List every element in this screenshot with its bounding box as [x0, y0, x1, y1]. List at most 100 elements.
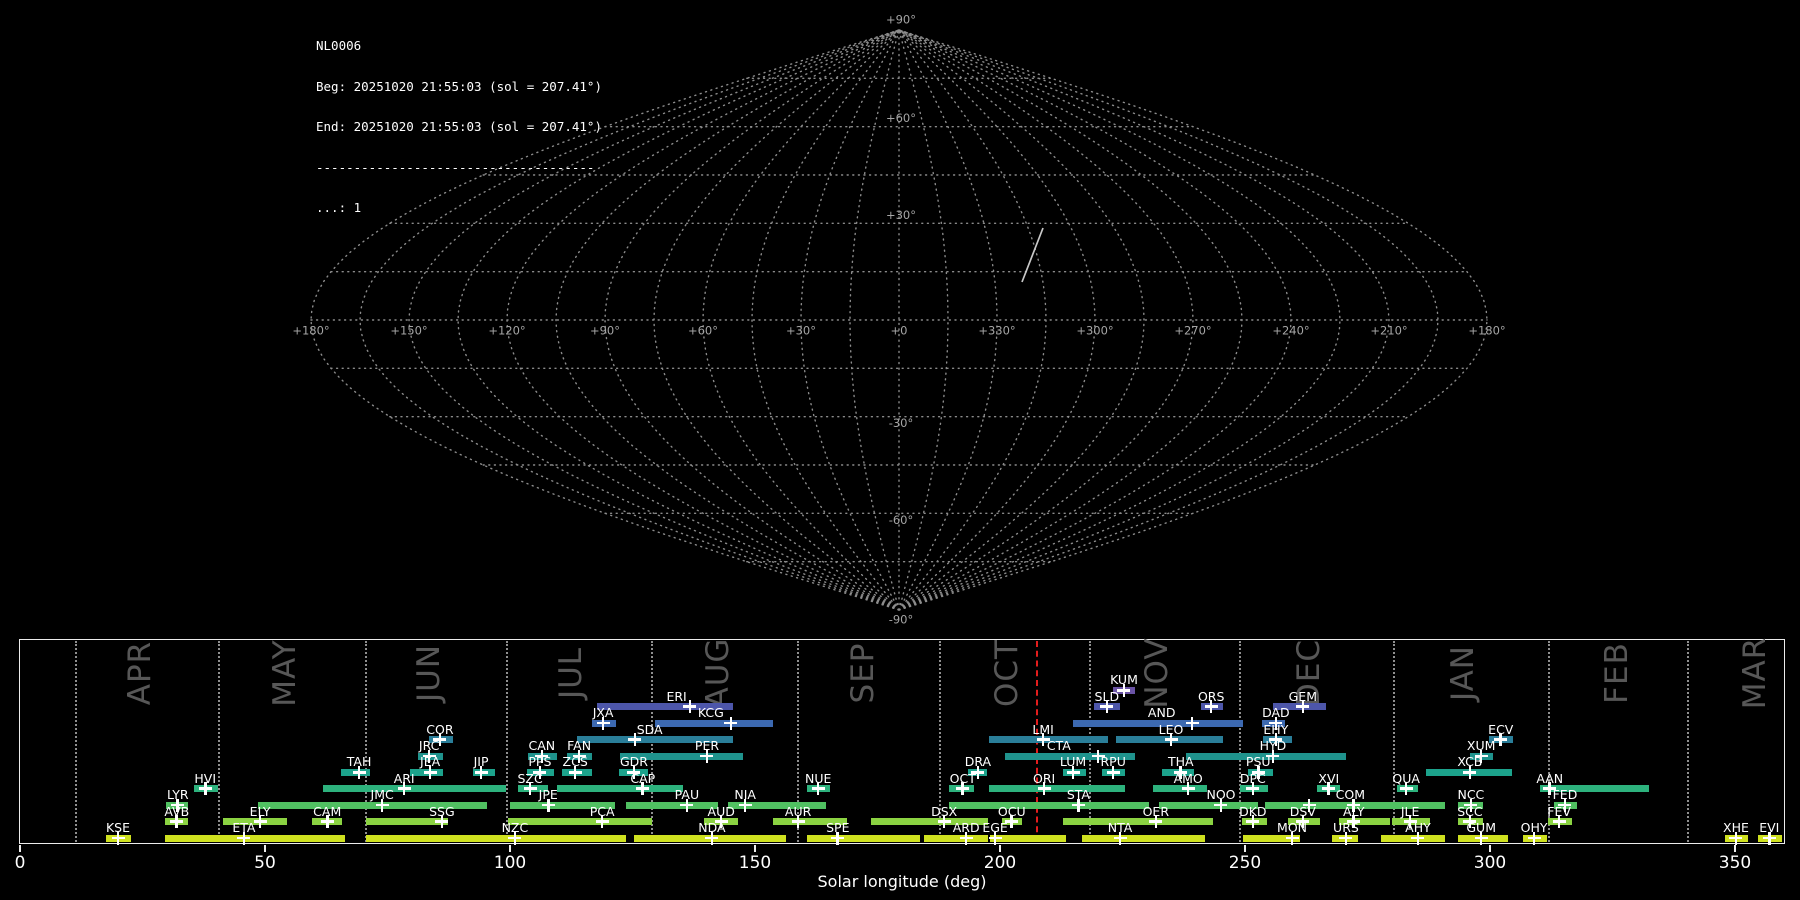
month-boundary-line [217, 641, 220, 842]
plot-canvas: NL0006 Beg: 20251020 21:55:03 (sol = 207… [0, 0, 1800, 900]
month-label: APR [122, 640, 159, 706]
peak-marker [1269, 733, 1283, 747]
peak-marker [171, 798, 185, 812]
peak-marker [791, 815, 805, 829]
peak-marker [1100, 700, 1114, 714]
peak-marker [1322, 782, 1336, 796]
month-label: FEB [1599, 642, 1636, 704]
peak-marker [1066, 765, 1080, 779]
shower-bar [1152, 785, 1207, 793]
x-axis-title: Solar longitude (deg) [817, 872, 987, 891]
peak-marker [956, 782, 970, 796]
peak-marker [1005, 815, 1019, 829]
peak-marker [111, 831, 125, 845]
peak-marker [1543, 782, 1557, 796]
peak-marker [1091, 749, 1105, 763]
longitude-label: +30° [786, 324, 816, 338]
peak-marker [1185, 716, 1199, 730]
shower-bar [989, 785, 1125, 793]
shower-bar [165, 834, 345, 842]
x-axis-tick [1489, 845, 1491, 852]
peak-marker [811, 782, 825, 796]
longitude-label: +330° [978, 324, 1015, 338]
x-axis-tick-label: 250 [1228, 853, 1262, 873]
peak-marker [1558, 798, 1572, 812]
peak-marker [1117, 683, 1131, 697]
x-axis-tick [1244, 845, 1246, 852]
peak-marker [422, 749, 436, 763]
peak-marker [1113, 831, 1127, 845]
peak-marker [253, 815, 267, 829]
peak-marker [1302, 798, 1316, 812]
peak-marker [1494, 733, 1508, 747]
peak-marker [1246, 815, 1260, 829]
peak-marker [1071, 798, 1085, 812]
latitude-label: +60° [886, 111, 916, 125]
x-axis-tick [509, 845, 511, 852]
x-axis-tick-label: 0 [14, 853, 26, 873]
x-axis-tick-label: 200 [983, 853, 1017, 873]
peak-marker [1552, 815, 1566, 829]
month-label: OCT [989, 639, 1026, 707]
x-axis-tick [1734, 845, 1736, 852]
peak-marker [1214, 798, 1228, 812]
peak-marker [1527, 831, 1541, 845]
peak-marker [1106, 765, 1120, 779]
x-axis-tick-label: 350 [1718, 853, 1752, 873]
month-label: MAY [266, 639, 303, 707]
peak-marker [680, 798, 694, 812]
peak-marker [1762, 831, 1776, 845]
x-axis-tick [264, 845, 266, 852]
x-axis-tick-label: 100 [493, 853, 527, 873]
peak-marker [831, 831, 845, 845]
peak-marker [988, 831, 1002, 845]
peak-marker [1296, 700, 1310, 714]
month-label: JAN [1445, 645, 1482, 701]
month-label: JUL [553, 646, 590, 700]
month-label: MAR [1736, 636, 1773, 710]
peak-marker [971, 765, 985, 779]
peak-marker [636, 782, 650, 796]
peak-marker [423, 765, 437, 779]
longitude-label: +120° [488, 324, 525, 338]
peak-marker [320, 815, 334, 829]
latitude-label: -30° [889, 416, 914, 430]
peak-marker [738, 798, 752, 812]
longitude-label: +180° [292, 324, 329, 338]
peak-marker [170, 815, 184, 829]
shower-bar [806, 834, 921, 842]
x-axis-tick-label: 50 [254, 853, 276, 873]
shower-bar [655, 719, 774, 727]
month-boundary-line [74, 641, 77, 842]
shower-bar [1081, 834, 1205, 842]
peak-marker [1339, 831, 1353, 845]
peak-marker [1149, 815, 1163, 829]
peak-marker [508, 831, 522, 845]
peak-marker [1411, 831, 1425, 845]
longitude-label: +90° [590, 324, 620, 338]
shower-bar [557, 785, 683, 793]
shower-bar [322, 785, 507, 793]
latitude-label: +90° [886, 13, 916, 27]
shower-bar [365, 834, 627, 842]
peak-marker [1399, 782, 1413, 796]
peak-marker [1474, 831, 1488, 845]
peak-marker [1463, 815, 1477, 829]
peak-marker [397, 782, 411, 796]
peak-marker [1266, 749, 1280, 763]
month-boundary-line [364, 641, 367, 842]
shower-bar [508, 818, 653, 826]
peak-marker [714, 815, 728, 829]
x-axis-tick [754, 845, 756, 852]
sky-map: +90° +60° +30° -30° -60° -90° +180° +150° +120° +… [292, 13, 1505, 627]
latitude-label: -90° [889, 613, 914, 627]
peak-marker [1296, 815, 1310, 829]
peak-marker [1251, 765, 1265, 779]
month-label: AUG [700, 637, 737, 709]
peak-marker [1174, 765, 1188, 779]
month-boundary-line [1392, 641, 1395, 842]
peak-marker [375, 798, 389, 812]
peak-marker [474, 765, 488, 779]
peak-marker [596, 716, 610, 730]
peak-marker [1285, 831, 1299, 845]
